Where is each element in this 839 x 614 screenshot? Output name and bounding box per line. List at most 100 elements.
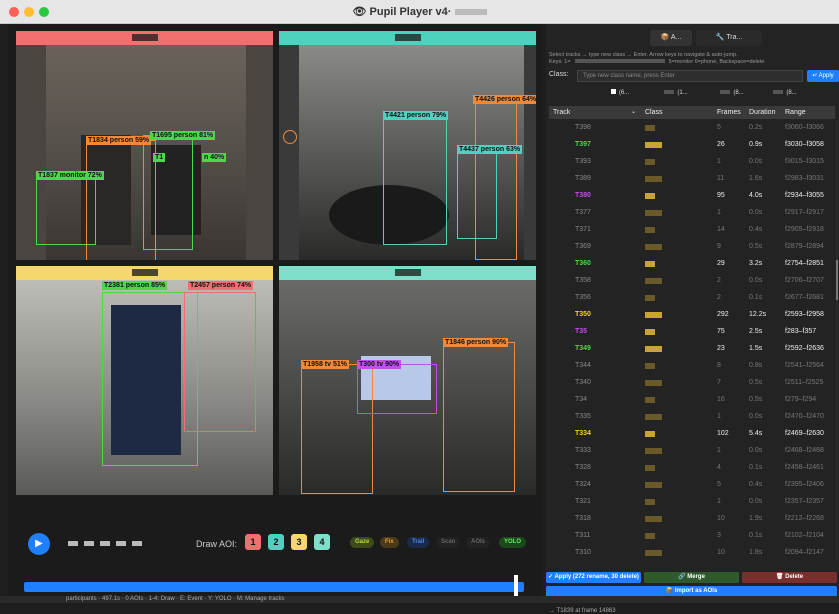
class-redacted — [645, 465, 655, 471]
class-input[interactable]: Type new class name, press Enter — [577, 70, 803, 82]
class-redacted — [645, 176, 662, 182]
quadrant-3-view[interactable]: T2381 person 85% T2457 person 74% — [16, 280, 273, 495]
track-row[interactable]: T398 5 0.2s f3060–f3066 — [549, 120, 835, 136]
track-id: T393 — [575, 158, 591, 165]
track-duration: 4.0s — [749, 192, 763, 199]
timeline-scrubber[interactable] — [24, 582, 524, 592]
trail-toggle[interactable]: Trail — [407, 537, 430, 548]
scan-toggle[interactable]: Scan — [436, 537, 461, 548]
class-redacted — [645, 329, 655, 335]
track-row[interactable]: T318 10 1.9s f2212–f2268 — [549, 511, 835, 527]
track-row[interactable]: T380 95 4.0s f2934–f3055 — [549, 188, 835, 204]
track-row[interactable]: T321 1 0.0s f2357–f2357 — [549, 494, 835, 510]
delete-button[interactable]: 🗑 Delete — [742, 572, 837, 583]
track-row[interactable]: T350 292 12.2s f2593–f2958 — [549, 307, 835, 323]
detection-label: T4437 person 63% — [457, 145, 523, 154]
detection-label: T1 — [153, 153, 166, 162]
track-row[interactable]: T377 1 0.0s f2917–f2917 — [549, 205, 835, 221]
track-id: T334 — [575, 430, 591, 437]
class-redacted — [645, 380, 662, 386]
aoi-4-button[interactable]: 4 — [314, 534, 330, 550]
track-id: T335 — [575, 413, 591, 420]
track-frames: 10 — [717, 549, 725, 556]
apply-class-button[interactable]: ↵ Apply — [807, 70, 839, 82]
detection-label: T4426 person 64% — [473, 95, 536, 104]
apply-all-button[interactable]: ✓ Apply (272 rename, 30 delete) — [546, 572, 641, 583]
class-filter-chip[interactable]: (8... — [764, 88, 806, 99]
fix-toggle[interactable]: Fix — [380, 537, 399, 548]
track-range: f3060–f3066 — [785, 124, 824, 131]
track-row[interactable]: T397 26 0.9s f3030–f3058 — [549, 137, 835, 153]
merge-button[interactable]: 🔗 Merge — [644, 572, 739, 583]
class-redacted — [645, 159, 655, 165]
quadrant-3-header[interactable] — [16, 266, 273, 280]
column-class[interactable]: Class — [645, 106, 663, 119]
column-range[interactable]: Range — [785, 106, 806, 119]
column-frames[interactable]: Frames — [717, 106, 741, 119]
track-id: T35 — [575, 328, 588, 335]
quadrant-4-header[interactable] — [279, 266, 536, 280]
track-row[interactable]: T356 2 0.1s f2677–f2681 — [549, 290, 835, 306]
track-row[interactable]: T393 1 0.0s f3015–f3015 — [549, 154, 835, 170]
track-row[interactable]: T371 14 0.4s f2905–f2918 — [549, 222, 835, 238]
play-button[interactable]: ▶ — [28, 533, 50, 555]
class-filter-chip[interactable]: (8... — [712, 88, 752, 99]
quadrant-4-view[interactable]: T1846 person 90% T1958 tv 51% T300 tv 90… — [279, 280, 536, 495]
track-duration: 0.0s — [749, 158, 763, 165]
quadrant-2-view[interactable]: T4421 person 79% T4426 person 64% T4437 … — [279, 45, 536, 260]
track-row[interactable]: T324 5 0.4s f2395–f2406 — [549, 477, 835, 493]
track-row[interactable]: T35 75 2.5s f283–f357 — [549, 324, 835, 340]
track-row[interactable]: T344 8 0.8s f2541–f2564 — [549, 358, 835, 374]
timeline-thumb[interactable] — [514, 575, 518, 597]
track-id: T340 — [575, 379, 591, 386]
track-duration: 0.0s — [749, 277, 763, 284]
quadrant-1-view[interactable]: T1834 person 59% T1695 person 81% T1837 … — [16, 45, 273, 260]
column-track[interactable]: Track — [553, 106, 570, 119]
tab-aois[interactable]: 📦 A... — [650, 30, 692, 46]
track-row[interactable]: T328 4 0.1s f2458–f2461 — [549, 460, 835, 476]
track-row[interactable]: T334 102 5.4s f2469–f2630 — [549, 426, 835, 442]
track-row[interactable]: T340 7 0.5s f2511–f2525 — [549, 375, 835, 391]
track-row[interactable]: T311 3 0.1s f2102–f2104 — [549, 528, 835, 544]
aois-toggle[interactable]: AOIs — [466, 537, 491, 548]
class-redacted — [645, 142, 662, 148]
track-duration: 0.0s — [749, 413, 763, 420]
track-frames: 75 — [717, 328, 725, 335]
track-row[interactable]: T389 11 1.6s f2983–f3031 — [549, 171, 835, 187]
track-frames: 23 — [717, 345, 725, 352]
track-id: T328 — [575, 464, 591, 471]
track-row[interactable]: T369 9 0.5s f2879–f2894 — [549, 239, 835, 255]
track-duration: 2.5s — [749, 328, 763, 335]
track-row[interactable]: T310 10 1.8s f2094–f2147 — [549, 545, 835, 561]
track-row[interactable]: T335 1 0.0s f2470–f2470 — [549, 409, 835, 425]
track-range: f3015–f3015 — [785, 158, 824, 165]
aoi-3-button[interactable]: 3 — [291, 534, 307, 550]
class-filter-chip[interactable]: (1... — [656, 88, 696, 99]
tab-tracks[interactable]: 🔧 Tra... — [696, 30, 762, 46]
track-range: f2592–f2636 — [785, 345, 824, 352]
class-row: Class: Type new class name, press Enter … — [549, 70, 839, 82]
track-frames: 1 — [717, 447, 721, 454]
track-row[interactable]: T34 16 0.5s f279–f294 — [549, 392, 835, 408]
help-line: Keys: 1= — [549, 59, 571, 65]
chevron-down-icon[interactable]: ⌄ — [631, 106, 636, 119]
track-id: T350 — [575, 311, 591, 318]
class-redacted — [645, 363, 655, 369]
track-duration: 12.2s — [749, 311, 767, 318]
column-duration[interactable]: Duration — [749, 106, 783, 119]
title-bar: 👁 Pupil Player v4· — [0, 0, 839, 24]
track-range: f2102–f2104 — [785, 532, 824, 539]
yolo-toggle[interactable]: YOLO — [499, 537, 527, 548]
scrollbar[interactable] — [836, 120, 838, 560]
gaze-toggle[interactable]: Gaze — [350, 537, 375, 548]
quadrant-2-header[interactable] — [279, 31, 536, 45]
class-filter-chip[interactable]: (6... — [600, 88, 640, 99]
track-row[interactable]: T333 1 0.0s f2468–f2468 — [549, 443, 835, 459]
quadrant-1-header[interactable] — [16, 31, 273, 45]
track-row[interactable]: T358 2 0.0s f2706–f2707 — [549, 273, 835, 289]
aoi-1-button[interactable]: 1 — [245, 534, 261, 550]
app-window: 👁 Pupil Player v4· T1834 person 59% T169… — [0, 0, 839, 614]
track-row[interactable]: T349 23 1.5s f2592–f2636 — [549, 341, 835, 357]
track-row[interactable]: T360 29 3.2s f2754–f2851 — [549, 256, 835, 272]
aoi-2-button[interactable]: 2 — [268, 534, 284, 550]
